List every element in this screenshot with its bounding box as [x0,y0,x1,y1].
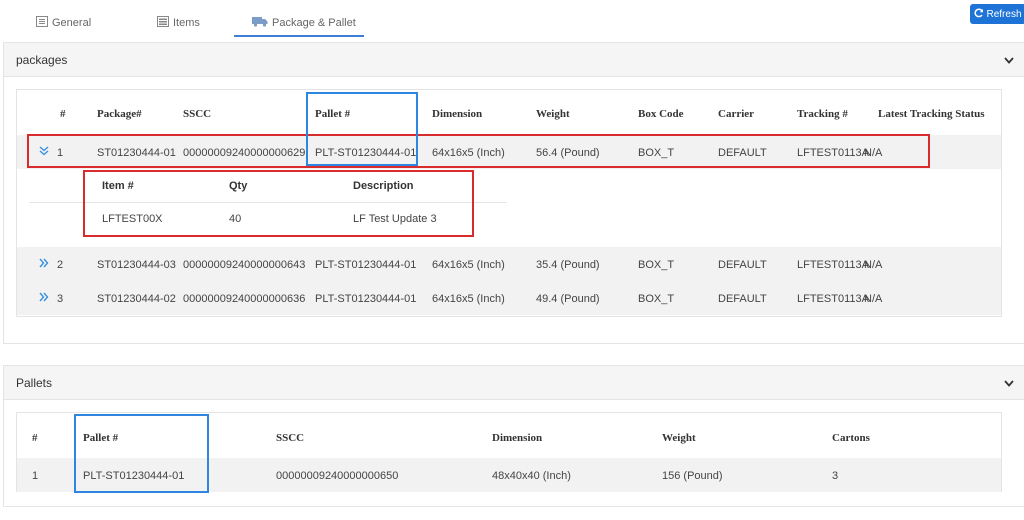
col-header-pallet: Pallet # [315,108,351,120]
refresh-icon [974,8,984,21]
packages-table: # Package# SSCC Pallet # Dimension Weigh… [16,89,1002,317]
row-package: ST01230444-02 [97,293,176,305]
row-package: ST01230444-03 [97,259,176,271]
refresh-label: Refresh [986,8,1022,20]
tab-general[interactable]: General [36,12,91,34]
col-header-tracking: Tracking # [797,108,848,120]
row-status: N/A [864,147,883,159]
row-weight: 49.4 (Pound) [536,293,600,305]
pallet-row-cartons: 3 [832,470,839,482]
detail-divider [29,202,507,203]
refresh-button[interactable]: Refresh [970,4,1024,24]
packages-title: packages [16,52,68,67]
row-weight: 56.4 (Pound) [536,147,600,159]
col-header-weight: Weight [536,108,570,120]
col-header-sscc: SSCC [183,108,212,120]
tab-items[interactable]: Items [157,12,200,34]
row-dimension: 64x16x5 (Inch) [432,147,505,159]
row-tracking: LFTEST0113A [797,259,869,271]
row-box-code: BOX_T [638,293,675,305]
row-carrier: DEFAULT [718,259,767,271]
collapse-row-icon[interactable] [39,146,49,159]
row-pallet: PLT-ST01230444-01 [315,259,417,271]
pallet-row-dimension: 48x40x40 (Inch) [492,470,571,482]
detail-col-item: Item # [102,180,134,192]
row-weight: 35.4 (Pound) [536,259,600,271]
row-box-code: BOX_T [638,147,675,159]
detail-item: LFTEST00X [102,213,163,225]
col-header-num: # [60,108,66,120]
detail-description: LF Test Update 3 [353,213,437,225]
row-dimension: 64x16x5 (Inch) [432,293,505,305]
row-status: N/A [864,259,883,271]
packages-panel-header[interactable]: packages [4,43,1024,77]
expand-row-icon[interactable] [39,258,49,271]
col-header-carrier: Carrier [718,108,755,120]
detail-col-qty: Qty [229,180,248,192]
detail-qty: 40 [229,213,242,225]
row-carrier: DEFAULT [718,293,767,305]
tab-general-label: General [52,17,92,29]
row-tracking: LFTEST0113A [797,293,869,305]
table-row[interactable]: 1 ST01230444-01 00000009240000000629 PLT… [17,135,1001,169]
tab-bar: General Items Package & Pallet [0,0,1024,38]
pallets-table: # Pallet # SSCC Dimension Weight Cartons… [16,412,1002,492]
chevron-down-icon[interactable] [1004,53,1014,67]
row-num: 2 [57,259,64,271]
chevron-down-icon[interactable] [1004,376,1014,390]
row-sscc: 00000009240000000643 [183,259,306,271]
row-num: 1 [57,147,64,159]
pallet-row-sscc: 00000009240000000650 [276,470,399,482]
col-header-status: Latest Tracking Status [878,108,985,120]
table-row[interactable]: 1 PLT-ST01230444-01 00000009240000000650… [17,458,1001,492]
pallets-title: Pallets [16,375,53,390]
row-pallet: PLT-ST01230444-01 [315,293,417,305]
row-package: ST01230444-01 [97,147,176,159]
pallets-panel-header[interactable]: Pallets [4,366,1024,400]
row-num: 3 [57,293,64,305]
col-header-dimension: Dimension [432,108,483,120]
row-sscc: 00000009240000000636 [183,293,306,305]
detail-col-description: Description [353,180,414,192]
form-icon [36,16,48,30]
pallet-col-header-pallet: Pallet # [83,432,119,444]
active-tab-indicator [234,35,364,37]
pallet-col-header-sscc: SSCC [276,432,305,444]
table-row[interactable]: 3 ST01230444-02 00000009240000000636 PLT… [17,281,1001,315]
expand-row-icon[interactable] [39,292,49,305]
row-sscc: 00000009240000000629 [183,147,306,159]
row-status: N/A [864,293,883,305]
row-carrier: DEFAULT [718,147,767,159]
pallet-col-header-num: # [32,432,38,444]
pallet-col-header-dimension: Dimension [492,432,543,444]
row-pallet: PLT-ST01230444-01 [315,147,417,159]
col-header-package: Package# [97,108,142,120]
row-tracking: LFTEST0113A [797,147,869,159]
pallet-col-header-cartons: Cartons [832,432,870,444]
pallet-row-weight: 156 (Pound) [662,470,723,482]
table-row[interactable]: 2 ST01230444-03 00000009240000000643 PLT… [17,247,1001,281]
pallet-row-num: 1 [32,470,39,482]
row-dimension: 64x16x5 (Inch) [432,259,505,271]
list-icon [157,16,169,30]
truck-icon [252,16,268,30]
tab-items-label: Items [173,17,200,29]
tab-package-pallet-label: Package & Pallet [272,17,356,29]
col-header-box-code: Box Code [638,108,684,120]
row-box-code: BOX_T [638,259,675,271]
pallet-col-header-weight: Weight [662,432,696,444]
pallet-row-pallet: PLT-ST01230444-01 [83,470,185,482]
tab-package-pallet[interactable]: Package & Pallet [252,12,356,34]
